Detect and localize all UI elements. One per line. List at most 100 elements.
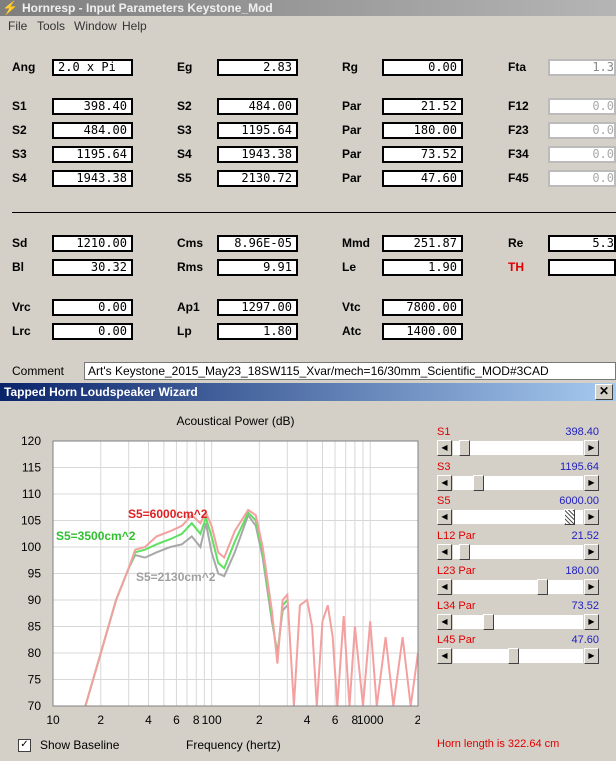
window-title-bar[interactable]: ⚡ Hornresp - Input Parameters Keystone_M…	[0, 0, 616, 16]
menu-window[interactable]: Window	[74, 16, 117, 36]
arrow-right-icon[interactable]: ▶	[584, 544, 599, 560]
arrow-right-icon[interactable]: ▶	[584, 475, 599, 491]
slider-value-l12: 21.52	[571, 530, 599, 542]
comment-input[interactable]: Art's Keystone_2015_May23_18SW115_Xvar/m…	[84, 362, 616, 380]
wizard-title-bar[interactable]: Tapped Horn Loudspeaker Wizard ✕	[0, 383, 616, 401]
show-baseline-label[interactable]: Show Baseline	[40, 738, 119, 752]
label-fta: Fta	[508, 60, 526, 74]
arrow-right-icon[interactable]: ▶	[584, 579, 599, 595]
x-tick-label: 4	[304, 713, 311, 727]
slider-label-l45: L45 Par	[437, 634, 476, 646]
field-s2-row3[interactable]: 484.00	[52, 122, 133, 139]
slider-l12[interactable]: ◀ ▶	[437, 544, 599, 560]
slider-l23[interactable]: ◀ ▶	[437, 579, 599, 595]
close-icon[interactable]: ✕	[595, 384, 613, 400]
slider-s3[interactable]: ◀ ▶	[437, 475, 599, 491]
field-lp[interactable]: 1.80	[217, 323, 298, 340]
y-tick-label: 75	[28, 673, 42, 687]
field-f45[interactable]: 0.0	[548, 170, 616, 187]
field-atc[interactable]: 1400.00	[382, 323, 463, 340]
field-lrc[interactable]: 0.00	[52, 323, 133, 340]
arrow-right-icon[interactable]: ▶	[584, 614, 599, 630]
slider-l45[interactable]: ◀ ▶	[437, 648, 599, 664]
field-fta[interactable]: 1.3	[548, 59, 616, 76]
field-s1[interactable]: 398.40	[52, 98, 133, 115]
field-mmd[interactable]: 251.87	[382, 235, 463, 252]
x-tick-label: 6	[173, 713, 180, 727]
menu-help[interactable]: Help	[122, 16, 147, 36]
label-le: Le	[342, 260, 357, 274]
menu-tools[interactable]: Tools	[37, 16, 65, 36]
slider-s1[interactable]: ◀ ▶	[437, 440, 599, 456]
slider-thumb[interactable]	[537, 579, 548, 595]
chart-title: Acoustical Power (dB)	[176, 414, 294, 428]
field-th[interactable]	[548, 259, 616, 276]
field-par-1[interactable]: 21.52	[382, 98, 463, 115]
y-tick-label: 80	[28, 646, 42, 660]
arrow-left-icon[interactable]: ◀	[437, 648, 452, 664]
arrow-left-icon[interactable]: ◀	[437, 440, 452, 456]
label-f12: F12	[508, 99, 529, 113]
x-tick-label: 2	[256, 713, 263, 727]
x-tick-label: 100	[202, 713, 222, 727]
field-eg[interactable]: 2.83	[217, 59, 298, 76]
show-baseline-checkbox[interactable]: ✓	[18, 739, 31, 752]
field-s2[interactable]: 484.00	[217, 98, 298, 115]
slider-label-l34: L34 Par	[437, 600, 476, 612]
field-s4-row5[interactable]: 1943.38	[52, 170, 133, 187]
field-s3[interactable]: 1195.64	[217, 122, 298, 139]
label-par-3: Par	[342, 147, 362, 161]
slider-s5[interactable]: ◀ ▶	[437, 509, 599, 525]
label-sd: Sd	[12, 236, 28, 250]
slider-thumb[interactable]	[459, 544, 470, 560]
slider-value-l45: 47.60	[571, 634, 599, 646]
label-comment: Comment	[12, 364, 65, 378]
series-label: S5=6000cm^2	[128, 507, 208, 521]
label-s2-row3: S2	[12, 123, 27, 137]
field-cms[interactable]: 8.96E-05	[217, 235, 298, 252]
field-bl[interactable]: 30.32	[52, 259, 133, 276]
arrow-right-icon[interactable]: ▶	[584, 648, 599, 664]
field-ang[interactable]: 2.0 x Pi	[52, 59, 133, 76]
acoustical-power-chart: Acoustical Power (dB) 70 75 80 85 90 95 100 105 1…	[21, 414, 420, 727]
slider-l34[interactable]: ◀ ▶	[437, 614, 599, 630]
field-sd[interactable]: 1210.00	[52, 235, 133, 252]
arrow-left-icon[interactable]: ◀	[437, 579, 452, 595]
label-s4-row5: S4	[12, 171, 27, 185]
field-par-4[interactable]: 47.60	[382, 170, 463, 187]
slider-thumb[interactable]	[483, 614, 494, 630]
slider-thumb[interactable]	[564, 509, 575, 525]
field-ap1[interactable]: 1297.00	[217, 299, 298, 316]
label-eg: Eg	[177, 60, 193, 74]
label-par-2: Par	[342, 123, 362, 137]
slider-thumb[interactable]	[473, 475, 484, 491]
y-tick-label: 120	[21, 434, 41, 448]
field-rms[interactable]: 9.91	[217, 259, 298, 276]
field-par-3[interactable]: 73.52	[382, 146, 463, 163]
menu-file[interactable]: File	[8, 16, 27, 36]
field-f12[interactable]: 0.0	[548, 98, 616, 115]
field-re[interactable]: 5.3	[548, 235, 616, 252]
label-ang: Ang	[12, 60, 36, 74]
field-s4[interactable]: 1943.38	[217, 146, 298, 163]
field-par-2[interactable]: 180.00	[382, 122, 463, 139]
x-tick-label: 4	[145, 713, 152, 727]
field-vrc[interactable]: 0.00	[52, 299, 133, 316]
arrow-right-icon[interactable]: ▶	[584, 509, 599, 525]
field-f34[interactable]: 0.0	[548, 146, 616, 163]
field-rg[interactable]: 0.00	[382, 59, 463, 76]
arrow-left-icon[interactable]: ◀	[437, 544, 452, 560]
arrow-left-icon[interactable]: ◀	[437, 475, 452, 491]
arrow-right-icon[interactable]: ▶	[584, 440, 599, 456]
slider-value-l34: 73.52	[571, 600, 599, 612]
slider-thumb[interactable]	[508, 648, 519, 664]
field-vtc[interactable]: 7800.00	[382, 299, 463, 316]
arrow-left-icon[interactable]: ◀	[437, 614, 452, 630]
field-f23[interactable]: 0.0	[548, 122, 616, 139]
arrow-left-icon[interactable]: ◀	[437, 509, 452, 525]
field-le[interactable]: 1.90	[382, 259, 463, 276]
slider-thumb[interactable]	[459, 440, 470, 456]
y-tick-label: 110	[22, 487, 41, 501]
field-s3-row4[interactable]: 1195.64	[52, 146, 133, 163]
field-s5[interactable]: 2130.72	[217, 170, 298, 187]
